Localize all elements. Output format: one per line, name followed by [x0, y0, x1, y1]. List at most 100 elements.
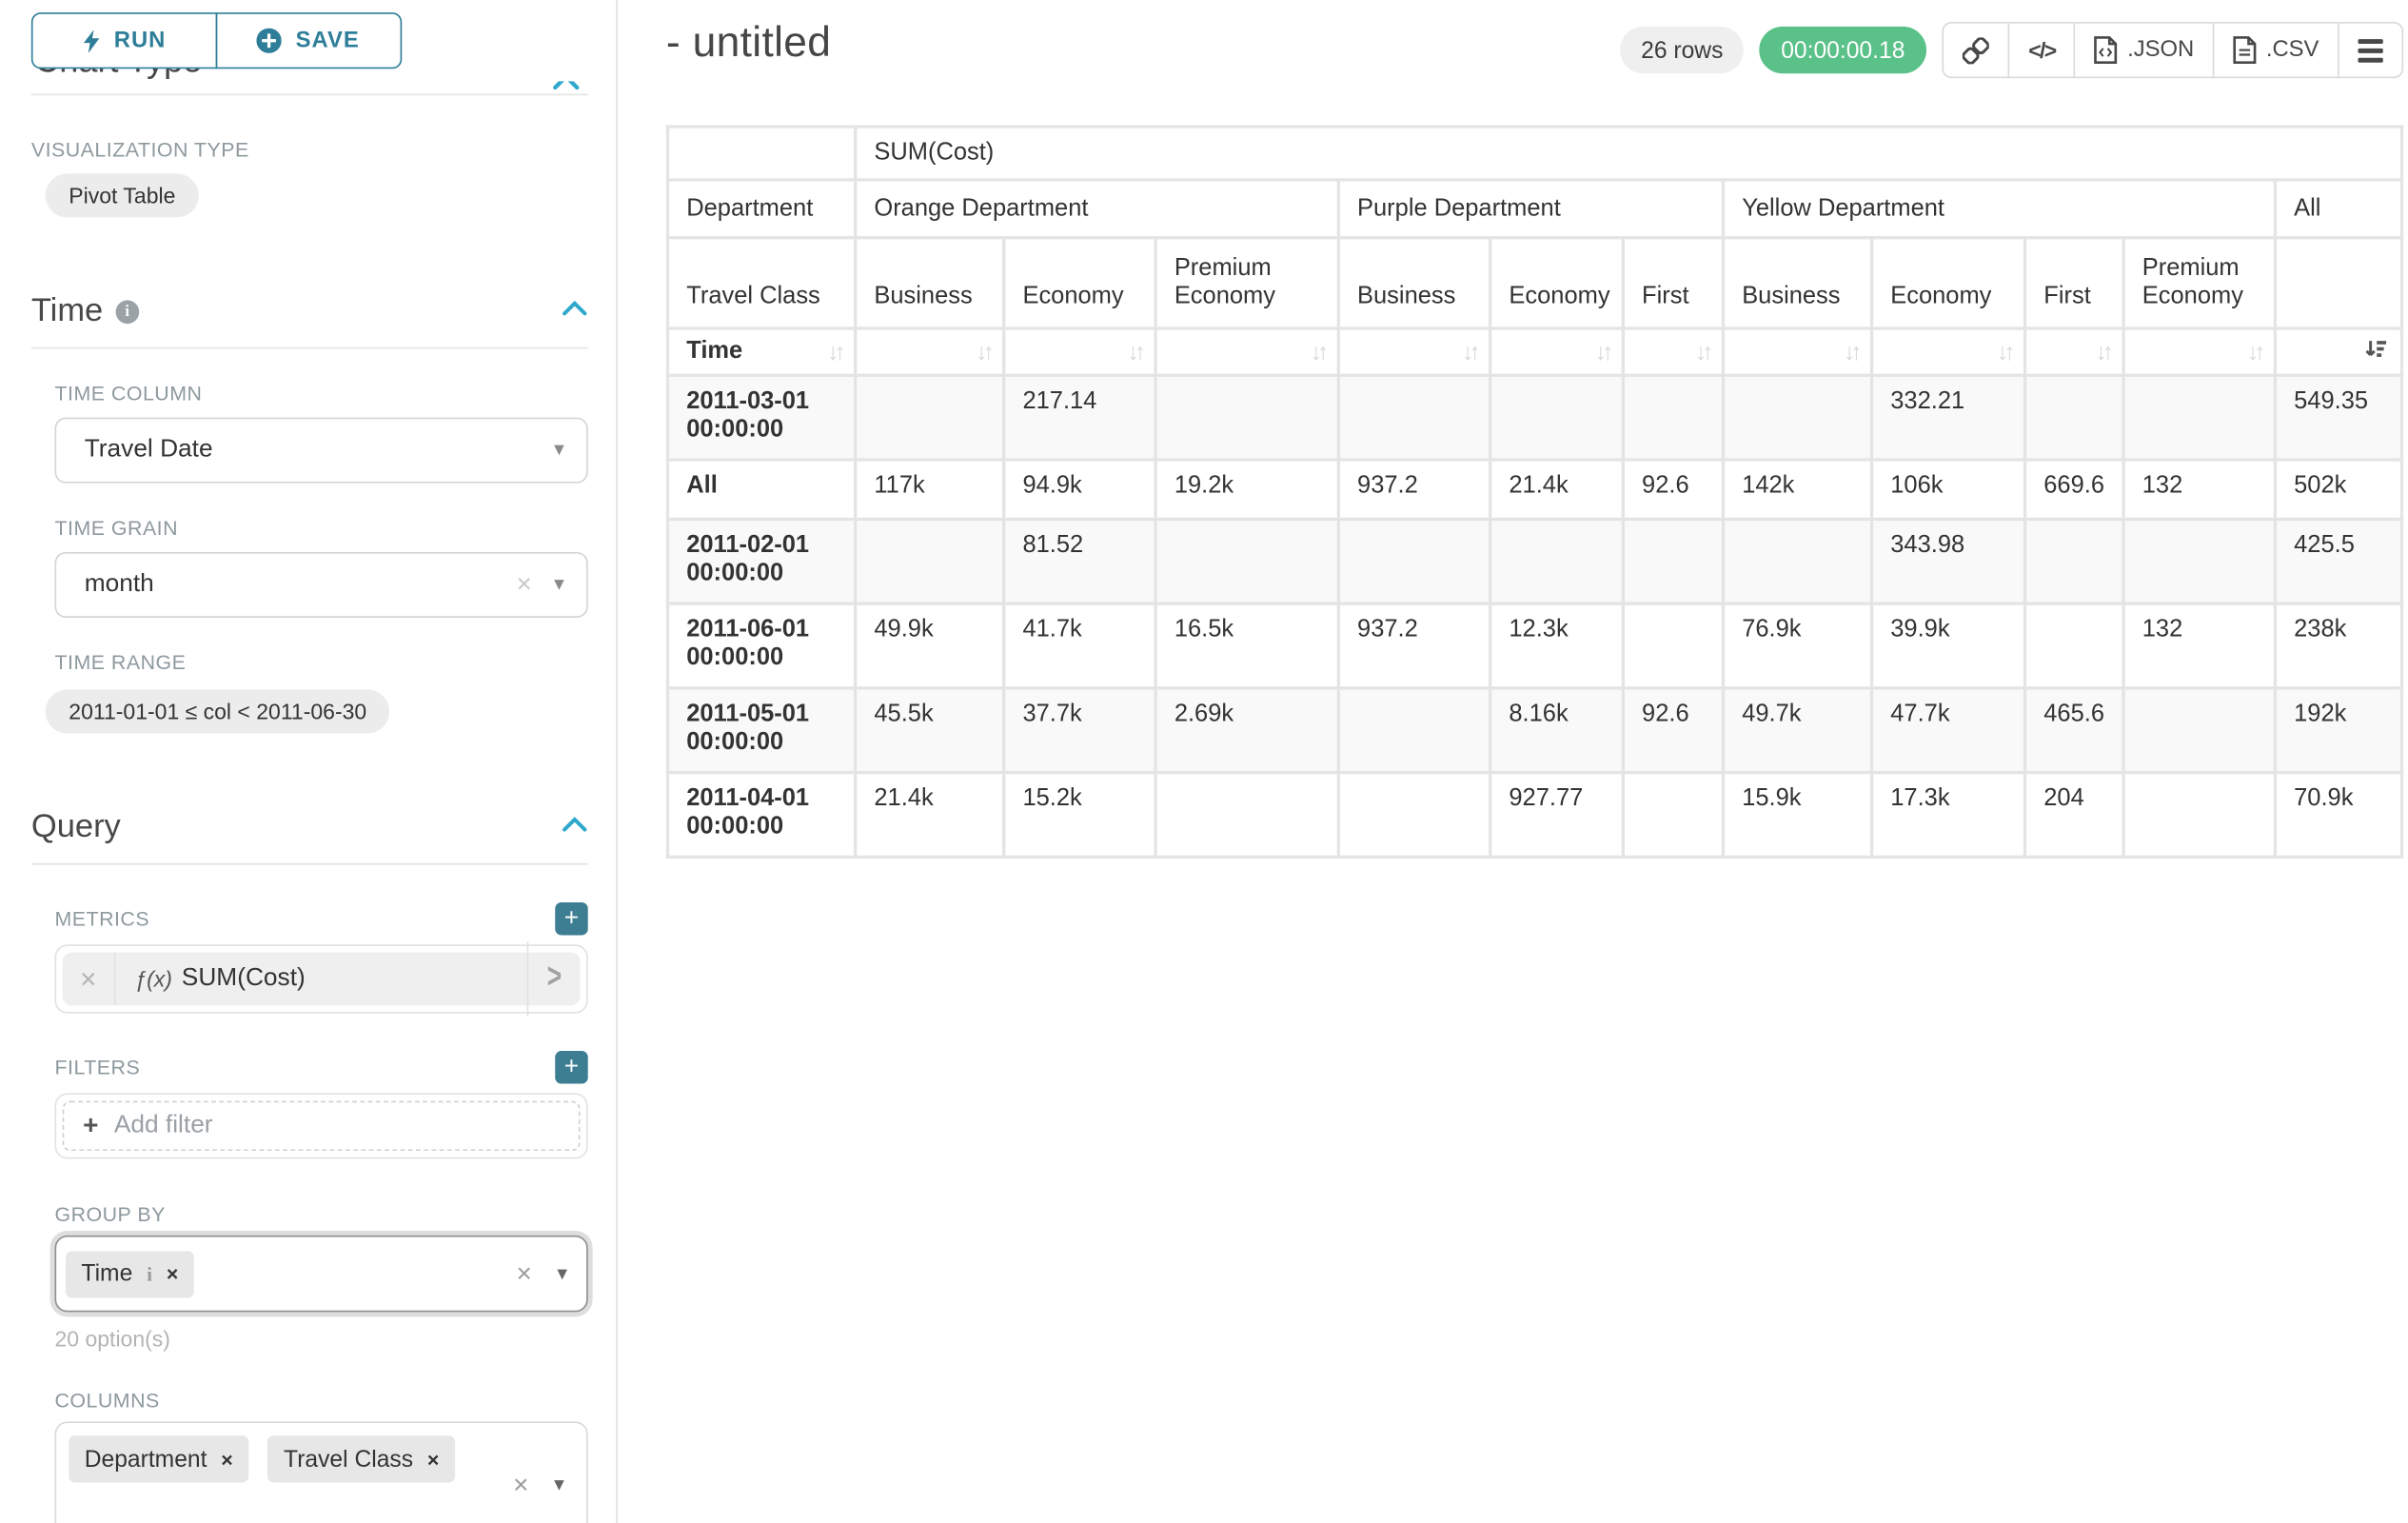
- clear-icon[interactable]: ×: [516, 1258, 531, 1290]
- hamburger-icon: [2359, 38, 2383, 62]
- chart-title[interactable]: - untitled: [666, 19, 831, 68]
- metric-item[interactable]: × ƒ(x) SUM(Cost) >: [63, 953, 581, 1006]
- sort-icon[interactable]: ↓↑: [1695, 339, 1709, 366]
- time-range-pill[interactable]: 2011-01-01 ≤ col < 2011-06-30: [46, 690, 390, 734]
- pivot-cell: 76.9k: [1723, 603, 1871, 688]
- columns-chip[interactable]: Department ×: [69, 1435, 248, 1482]
- view-query-button[interactable]: </>: [2009, 24, 2075, 77]
- export-csv-button[interactable]: .CSV: [2215, 24, 2339, 77]
- sort-cell[interactable]: ↓↑: [2025, 328, 2124, 375]
- pivot-cell: 47.7k: [1872, 688, 2025, 773]
- query-timer-badge: 00:00:00.18: [1759, 27, 1926, 73]
- sort-icon[interactable]: ↓↑: [1844, 339, 1858, 366]
- panel-top-area: Chart Type RUN SAVE: [31, 0, 588, 95]
- add-metric-button[interactable]: +: [555, 902, 588, 936]
- department-header-row: Department Orange Department Purple Depa…: [668, 180, 2402, 238]
- sort-icon[interactable]: ↓↑: [1311, 339, 1325, 366]
- sort-icon[interactable]: ↓↑: [1462, 339, 1476, 366]
- pivot-cell: [2123, 688, 2275, 773]
- plus-icon: +: [83, 1110, 98, 1141]
- copy-link-button[interactable]: [1944, 24, 2009, 77]
- columns-chip[interactable]: Travel Class ×: [268, 1435, 455, 1482]
- export-json-button[interactable]: .JSON: [2076, 24, 2215, 77]
- sort-icon[interactable]: ↓↑: [976, 339, 990, 366]
- pivot-cell: 669.6: [2025, 460, 2124, 519]
- column-header: Premium Economy: [2123, 238, 2275, 328]
- time-sort-cell[interactable]: Time ↓↑: [668, 328, 856, 375]
- time-range-label: TIME RANGE: [55, 650, 588, 674]
- pivot-cell: 92.6: [1623, 460, 1723, 519]
- pivot-cell: 142k: [1723, 460, 1871, 519]
- sort-cell[interactable]: ↓↑: [2123, 328, 2275, 375]
- sort-cell[interactable]: ↓↑: [1872, 328, 2025, 375]
- table-row: 2011-03-01 00:00:00217.14332.21549.35: [668, 375, 2402, 460]
- query-section-heading: Query: [31, 808, 121, 845]
- sort-cell[interactable]: ↓↑: [1004, 328, 1155, 375]
- pivot-cell: [1155, 519, 1338, 603]
- visualization-type-pill[interactable]: Pivot Table: [46, 173, 199, 217]
- pivot-cell: [1338, 519, 1490, 603]
- chevron-up-icon[interactable]: [562, 297, 588, 326]
- chevron-up-icon[interactable]: [562, 813, 588, 841]
- sort-cell[interactable]: ↓↑: [1155, 328, 1338, 375]
- sort-icon[interactable]: ↓↑: [1595, 339, 1609, 366]
- time-column-select[interactable]: Travel Date ▼: [55, 418, 588, 484]
- sort-cell[interactable]: [2275, 328, 2401, 375]
- metric-header-cell: SUM(Cost): [856, 127, 2402, 180]
- sort-icon[interactable]: ↓↑: [827, 339, 841, 366]
- menu-button[interactable]: [2339, 24, 2402, 77]
- time-grain-select[interactable]: month × ▼: [55, 552, 588, 618]
- pivot-cell: 937.2: [1338, 460, 1490, 519]
- remove-chip-icon[interactable]: ×: [167, 1262, 178, 1286]
- sort-cell[interactable]: ↓↑: [1723, 328, 1871, 375]
- control-panel: Chart Type RUN SAVE VISUALIZATION TYPE P…: [0, 0, 618, 1523]
- sort-cell[interactable]: ↓↑: [1623, 328, 1723, 375]
- save-button[interactable]: SAVE: [215, 12, 402, 69]
- section-collapse-caret-clipped[interactable]: [550, 81, 584, 92]
- sort-desc-active-icon[interactable]: [2364, 337, 2388, 366]
- column-header: First: [1623, 238, 1723, 328]
- query-section-header[interactable]: Query: [31, 808, 588, 845]
- pivot-cell: [2025, 603, 2124, 688]
- clear-icon[interactable]: ×: [513, 1470, 528, 1501]
- sort-icon[interactable]: ↓↑: [1128, 339, 1142, 366]
- code-icon: </>: [2028, 37, 2055, 62]
- sort-icon[interactable]: ↓↑: [2095, 339, 2109, 366]
- pivot-cell: [1623, 519, 1723, 603]
- group-by-chip[interactable]: Time i ×: [66, 1250, 194, 1296]
- sort-icon[interactable]: ↓↑: [1997, 339, 2011, 366]
- row-label: 2011-06-01 00:00:00: [668, 603, 856, 688]
- columns-label: COLUMNS: [55, 1389, 588, 1413]
- app-root: Chart Type RUN SAVE VISUALIZATION TYPE P…: [0, 0, 2408, 1523]
- remove-metric-icon[interactable]: ×: [63, 953, 116, 1006]
- time-column-label: TIME COLUMN: [55, 382, 588, 405]
- clear-icon[interactable]: ×: [516, 569, 531, 601]
- sort-cell[interactable]: ↓↑: [1338, 328, 1490, 375]
- pivot-cell: [2123, 773, 2275, 858]
- column-header: Business: [1338, 238, 1490, 328]
- function-icon: ƒ(x): [134, 966, 172, 991]
- pivot-cell: [1623, 603, 1723, 688]
- sort-cell[interactable]: ↓↑: [1490, 328, 1624, 375]
- row-count-badge: 26 rows: [1621, 27, 1744, 73]
- add-filter-plus-button[interactable]: +: [555, 1051, 588, 1084]
- filters-label: FILTERS: [55, 1056, 141, 1079]
- row-label: 2011-04-01 00:00:00: [668, 773, 856, 858]
- group-by-select[interactable]: Time i × × ▼: [55, 1236, 588, 1313]
- columns-select[interactable]: Department × Travel Class × × ▼: [55, 1421, 588, 1523]
- department-dim-label: Department: [668, 180, 856, 238]
- chevron-right-icon[interactable]: >: [527, 941, 581, 1016]
- group-header: Orange Department: [856, 180, 1339, 238]
- sort-icon[interactable]: ↓↑: [2247, 339, 2261, 366]
- add-filter-button[interactable]: + Add filter: [63, 1101, 581, 1152]
- pivot-cell: [1623, 375, 1723, 460]
- chip-label: Time: [81, 1260, 132, 1287]
- add-filter-label: Add filter: [114, 1112, 213, 1140]
- remove-chip-icon[interactable]: ×: [221, 1448, 232, 1472]
- time-section-header[interactable]: Time i: [31, 292, 588, 329]
- pivot-cell: [2123, 519, 2275, 603]
- pivot-cell: 549.35: [2275, 375, 2401, 460]
- run-button[interactable]: RUN: [31, 12, 218, 69]
- remove-chip-icon[interactable]: ×: [427, 1448, 439, 1472]
- sort-cell[interactable]: ↓↑: [856, 328, 1004, 375]
